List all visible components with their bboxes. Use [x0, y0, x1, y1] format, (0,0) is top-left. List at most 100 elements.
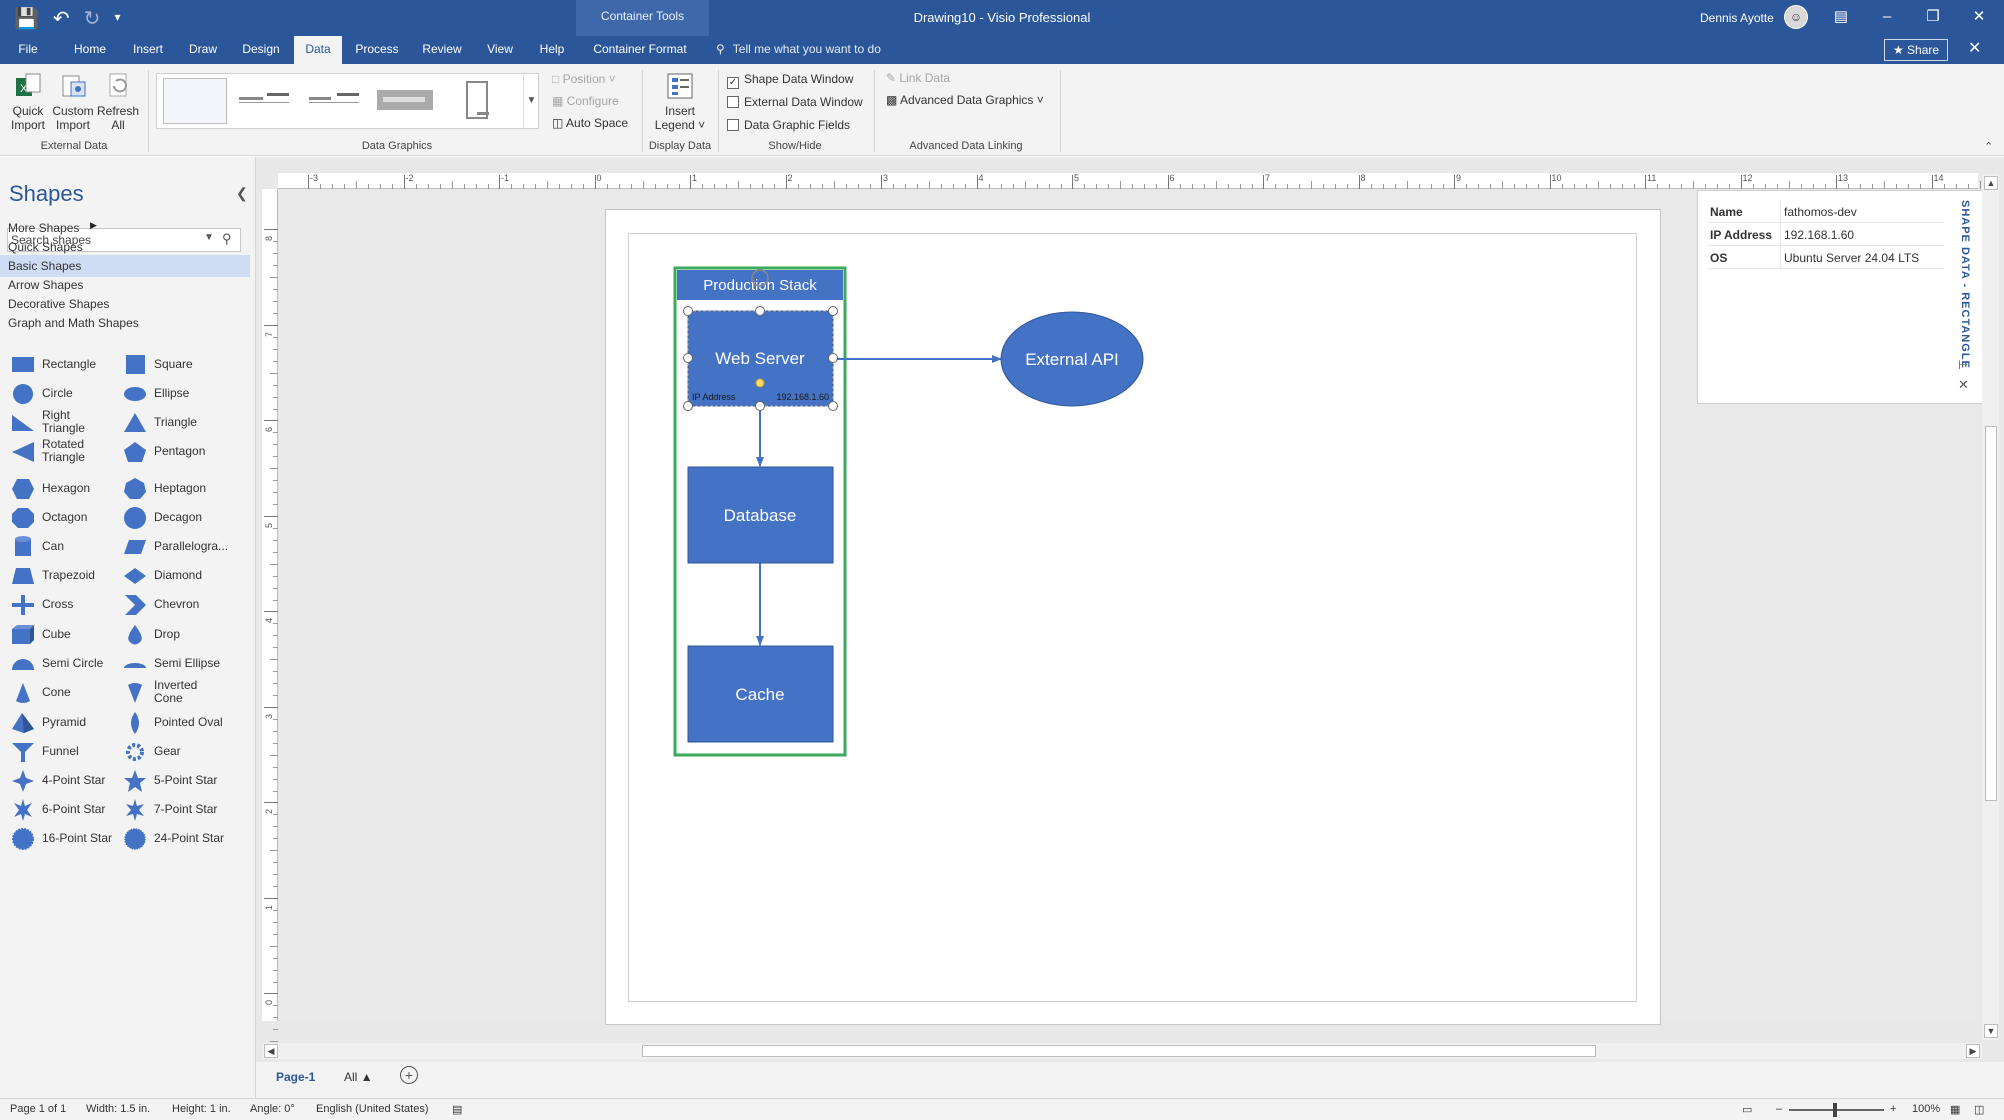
- undo-icon[interactable]: ↶: [53, 6, 70, 31]
- save-icon[interactable]: 💾: [14, 6, 39, 31]
- tab-data[interactable]: Data: [294, 36, 342, 64]
- external-data-window-checkbox[interactable]: External Data Window: [727, 95, 863, 109]
- configure-button[interactable]: ▦ Configure: [552, 94, 619, 108]
- shape-item-7-point-star[interactable]: 7-Point Star: [122, 796, 234, 824]
- shape-item-square[interactable]: Square: [122, 351, 234, 379]
- shape-data-value[interactable]: 192.168.1.60: [1784, 228, 1854, 242]
- shape-item-circle[interactable]: Circle: [10, 380, 122, 408]
- tab-container-format[interactable]: Container Format: [583, 36, 697, 64]
- shape-item-ellipse[interactable]: Ellipse: [122, 380, 234, 408]
- tell-me-search[interactable]: ⚲ Tell me what you want to do: [716, 36, 881, 62]
- shape-item-rotated-triangle[interactable]: Rotated Triangle: [10, 438, 122, 466]
- shape-item-diamond[interactable]: Diamond: [122, 562, 234, 590]
- shape-item-cone[interactable]: Cone: [10, 679, 122, 707]
- share-button[interactable]: ★ Share: [1884, 39, 1948, 61]
- shape-item-semi-ellipse[interactable]: Semi Ellipse: [122, 650, 234, 678]
- shape-item-pentagon[interactable]: Pentagon: [122, 438, 234, 466]
- close-icon[interactable]: ✕: [1956, 0, 2002, 36]
- shape-item-cube[interactable]: Cube: [10, 621, 122, 649]
- tab-help[interactable]: Help: [530, 36, 574, 64]
- shape-item-drop[interactable]: Drop: [122, 621, 234, 649]
- user-name[interactable]: Dennis Ayotte: [1700, 0, 1774, 36]
- tab-home[interactable]: Home: [66, 36, 114, 64]
- gallery-item-bar[interactable]: [373, 78, 437, 124]
- tab-process[interactable]: Process: [350, 36, 404, 64]
- advanced-data-graphics-button[interactable]: ▩ Advanced Data Graphics ˅: [886, 93, 1044, 107]
- scroll-right-icon[interactable]: ▶: [1966, 1044, 1980, 1058]
- shape-item-funnel[interactable]: Funnel: [10, 738, 122, 766]
- insert-legend-button[interactable]: Insert Legend ˅: [648, 70, 712, 132]
- custom-import-button[interactable]: Custom Import: [50, 70, 96, 132]
- link-data-button[interactable]: ✎ Link Data: [886, 71, 950, 85]
- close-document-icon[interactable]: ✕: [1968, 36, 1981, 62]
- page-tab-page-1[interactable]: Page-1: [276, 1070, 315, 1084]
- shape-item-chevron[interactable]: Chevron: [122, 591, 234, 619]
- data-graphic-fields-checkbox[interactable]: Data Graphic Fields: [727, 118, 850, 132]
- minimize-icon[interactable]: –: [1864, 0, 1910, 36]
- shape-item-right-triangle[interactable]: Right Triangle: [10, 409, 122, 437]
- auto-space-button[interactable]: ◫ Auto Space: [552, 116, 628, 130]
- close-shape-data-icon[interactable]: ✕: [1958, 377, 1969, 393]
- gallery-item-text[interactable]: [233, 78, 297, 124]
- shape-item-triangle[interactable]: Triangle: [122, 409, 234, 437]
- shape-item-hexagon[interactable]: Hexagon: [10, 475, 122, 503]
- vertical-scroll-thumb[interactable]: [1985, 426, 1997, 801]
- shape-data-row[interactable]: Name fathomos-dev: [1708, 200, 1944, 223]
- gallery-more-icon[interactable]: ▼: [523, 73, 539, 129]
- quick-import-button[interactable]: X Quick Import: [8, 70, 48, 132]
- fit-page-icon[interactable]: ▦: [1950, 1103, 1960, 1116]
- tab-insert[interactable]: Insert: [124, 36, 172, 64]
- shape-data-value[interactable]: fathomos-dev: [1784, 205, 1857, 219]
- shape-item-24-point-star[interactable]: 24-Point Star: [122, 825, 234, 853]
- zoom-level[interactable]: 100%: [1912, 1103, 1940, 1115]
- restore-icon[interactable]: ❐: [1910, 0, 1956, 36]
- shape-data-row[interactable]: IP Address 192.168.1.60: [1708, 223, 1944, 246]
- avatar[interactable]: ☺: [1784, 5, 1808, 29]
- shape-item-inverted-cone[interactable]: Inverted Cone: [122, 679, 234, 707]
- status-page[interactable]: Page 1 of 1: [10, 1103, 66, 1115]
- redo-icon[interactable]: ↻: [84, 6, 101, 31]
- horizontal-scroll-thumb[interactable]: [642, 1045, 1596, 1057]
- control-handle-icon[interactable]: [755, 378, 765, 388]
- shape-item-4-point-star[interactable]: 4-Point Star: [10, 767, 122, 795]
- tab-view[interactable]: View: [478, 36, 522, 64]
- shape-item-5-point-star[interactable]: 5-Point Star: [122, 767, 234, 795]
- customize-qat-icon[interactable]: ▾: [114, 6, 120, 31]
- tab-file[interactable]: File: [8, 36, 48, 64]
- collapse-ribbon-icon[interactable]: ⌃: [1984, 140, 1993, 153]
- shape-item-16-point-star[interactable]: 16-Point Star: [10, 825, 122, 853]
- shape-item-cross[interactable]: Cross: [10, 591, 122, 619]
- gallery-item-text-2[interactable]: [303, 78, 367, 124]
- shape-item-pointed-oval[interactable]: Pointed Oval: [122, 709, 234, 737]
- tab-design[interactable]: Design: [236, 36, 286, 64]
- shape-item-gear[interactable]: Gear: [122, 738, 234, 766]
- shape-data-row[interactable]: OS Ubuntu Server 24.04 LTS: [1708, 246, 1944, 269]
- shape-item-decagon[interactable]: Decagon: [122, 504, 234, 532]
- shape-external-api[interactable]: External API: [1000, 311, 1144, 407]
- shape-item-heptagon[interactable]: Heptagon: [122, 475, 234, 503]
- collapse-panel-icon[interactable]: ❮: [236, 185, 248, 202]
- zoom-slider-thumb[interactable]: [1833, 1103, 1837, 1117]
- pin-icon[interactable]: ⊢: [1958, 358, 1968, 372]
- zoom-in-icon[interactable]: +: [1890, 1103, 1896, 1115]
- shape-item-6-point-star[interactable]: 6-Point Star: [10, 796, 122, 824]
- shape-database[interactable]: Database: [687, 466, 834, 564]
- zoom-out-icon[interactable]: –: [1776, 1103, 1782, 1115]
- gallery-item-none[interactable]: [163, 78, 227, 124]
- shape-item-trapezoid[interactable]: Trapezoid: [10, 562, 122, 590]
- shape-item-parallelogra[interactable]: Parallelogra...: [122, 533, 234, 561]
- macro-record-icon[interactable]: ▤: [452, 1103, 462, 1116]
- presentation-mode-icon[interactable]: ▭: [1742, 1103, 1752, 1116]
- shape-data-value[interactable]: Ubuntu Server 24.04 LTS: [1784, 251, 1919, 265]
- stencil-item[interactable]: Graph and Math Shapes: [0, 312, 250, 334]
- switch-windows-icon[interactable]: ◫: [1974, 1103, 1984, 1116]
- ribbon-display-options-icon[interactable]: ▤: [1818, 0, 1864, 36]
- scroll-up-icon[interactable]: ▲: [1984, 176, 1998, 190]
- shape-web-server[interactable]: Web Server IP Address 192.168.1.60: [683, 306, 838, 411]
- refresh-all-button[interactable]: Refresh All: [96, 70, 140, 132]
- tab-review[interactable]: Review: [414, 36, 470, 64]
- shape-data-window-checkbox[interactable]: ✓ Shape Data Window: [727, 72, 853, 89]
- gallery-item-callout[interactable]: [453, 78, 517, 124]
- shape-item-can[interactable]: Can: [10, 533, 122, 561]
- scroll-down-icon[interactable]: ▼: [1984, 1024, 1998, 1038]
